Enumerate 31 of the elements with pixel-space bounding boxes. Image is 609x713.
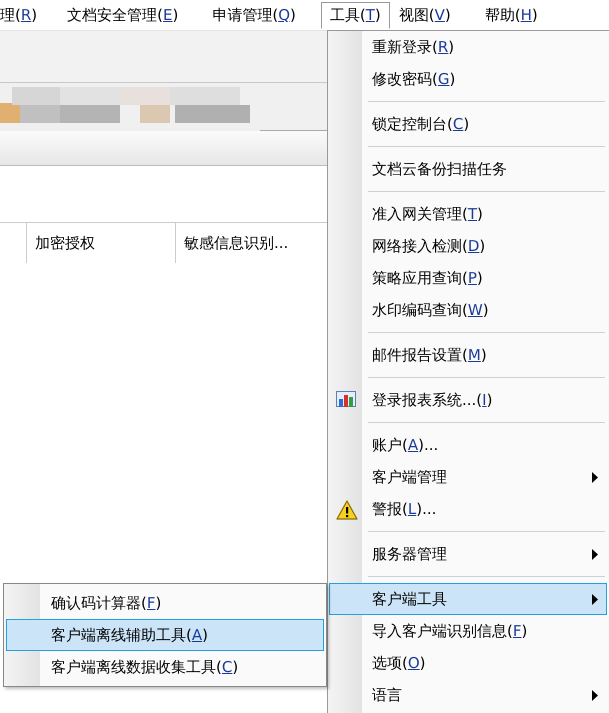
menu-item[interactable]: 登录报表系统...(I) bbox=[329, 384, 607, 416]
menu-item[interactable]: 策略应用查询(P) bbox=[329, 262, 607, 294]
column-header[interactable]: 敏感信息识别... bbox=[175, 223, 324, 263]
menu-item[interactable]: 客户端离线数据收集工具(C) bbox=[6, 651, 324, 683]
menu-item[interactable]: 选项(O) bbox=[329, 647, 607, 679]
menu-bar-item[interactable]: 申请管理(Q) bbox=[203, 2, 305, 28]
menu-item[interactable]: 邮件报告设置(M) bbox=[329, 339, 607, 371]
menu-item[interactable]: 重新登录(R) bbox=[329, 31, 607, 63]
menu-bar-item[interactable]: 工具(T) bbox=[320, 2, 390, 28]
menu-item[interactable]: 文档云备份扫描任务 bbox=[329, 153, 607, 185]
menu-item[interactable]: 语言 bbox=[329, 679, 607, 711]
menu-item[interactable]: 账户(A)... bbox=[329, 429, 607, 461]
menu-item[interactable]: 修改密码(G) bbox=[329, 63, 607, 95]
menu-item[interactable]: 导入客户端识别信息(F) bbox=[329, 615, 607, 647]
menu-bar-item[interactable]: 理(R) bbox=[0, 2, 46, 28]
menu-item[interactable]: 服务器管理 bbox=[329, 538, 607, 570]
chart-icon bbox=[336, 391, 356, 409]
menu-item[interactable]: 准入网关管理(T) bbox=[329, 198, 607, 230]
menu-bar-item[interactable]: 帮助(H) bbox=[476, 2, 547, 28]
menu-item[interactable]: 警报(L)... bbox=[329, 493, 607, 525]
menu-item[interactable]: 客户端管理 bbox=[329, 461, 607, 493]
menu-item[interactable]: 确认码计算器(F) bbox=[6, 587, 324, 619]
menu-item[interactable]: 锁定控制台(C) bbox=[329, 108, 607, 140]
menu-item[interactable]: 客户端工具 bbox=[329, 583, 607, 615]
menu-bar-item[interactable]: 文档安全管理(E) bbox=[58, 2, 188, 28]
menu-item[interactable]: 网络接入检测(D) bbox=[329, 230, 607, 262]
menu-item[interactable]: 水印编码查询(W) bbox=[329, 294, 607, 326]
warning-icon bbox=[336, 500, 358, 520]
menu-bar-item[interactable]: 视图(V) bbox=[390, 2, 460, 28]
menu-item[interactable]: 客户端离线辅助工具(A) bbox=[6, 619, 324, 651]
column-header[interactable]: 加密授权 bbox=[26, 223, 175, 263]
